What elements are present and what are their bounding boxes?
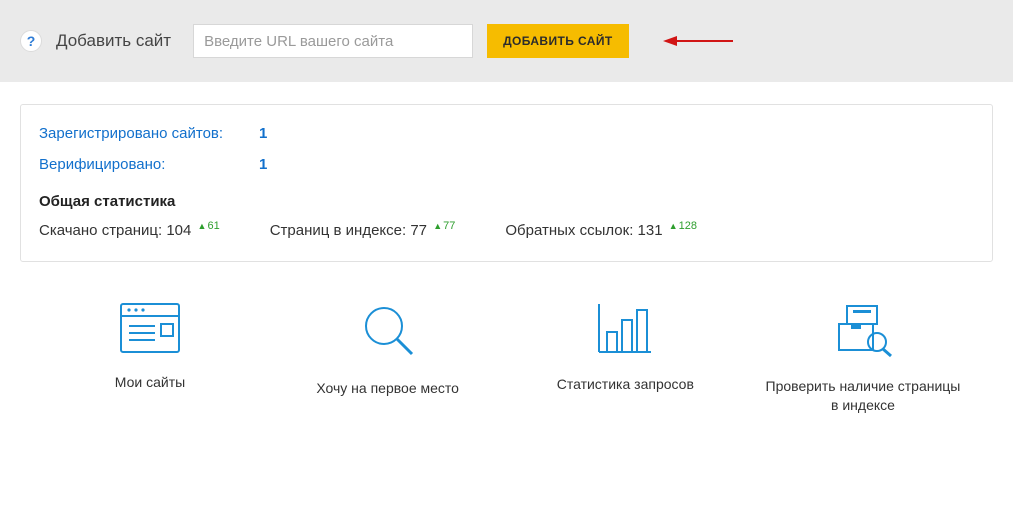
metric-value: 131 <box>638 222 663 239</box>
nav-tiles: Мои сайты Хочу на первое место Статистик… <box>50 302 963 415</box>
metric-label: Скачано страниц: <box>39 222 162 239</box>
metric-indexed-pages: Страниц в индексе: 77 77 <box>270 220 456 239</box>
help-icon[interactable]: ? <box>20 30 42 52</box>
metric-downloaded-pages: Скачано страниц: 104 61 <box>39 220 220 239</box>
tile-label: Мои сайты <box>115 373 185 392</box>
add-site-panel: ? Добавить сайт ДОБАВИТЬ САЙТ <box>0 0 1013 82</box>
stat-label: Верифицировано: <box>39 156 259 173</box>
stat-label: Зарегистрировано сайтов: <box>39 125 259 142</box>
tile-label: Хочу на первое место <box>316 379 459 398</box>
tile-label: Проверить наличие страницы в индексе <box>763 377 963 415</box>
metrics-row: Скачано страниц: 104 61 Страниц в индекс… <box>39 220 974 239</box>
browser-window-icon <box>119 302 181 357</box>
stat-value: 1 <box>259 125 267 142</box>
stat-row: Зарегистрировано сайтов: 1 <box>39 125 974 142</box>
summary-card: Зарегистрировано сайтов: 1 Верифицирован… <box>20 104 993 262</box>
tile-first-place[interactable]: Хочу на первое место <box>288 302 488 415</box>
metric-value: 104 <box>166 222 191 239</box>
metric-value: 77 <box>410 222 427 239</box>
add-site-label: Добавить сайт <box>56 31 171 51</box>
metric-backlinks: Обратных ссылок: 131 128 <box>505 220 697 239</box>
bar-chart-icon <box>595 302 655 359</box>
add-site-button[interactable]: ДОБАВИТЬ САЙТ <box>487 24 629 58</box>
tile-label: Статистика запросов <box>557 375 694 394</box>
metric-label: Обратных ссылок: <box>505 222 633 239</box>
stats-heading: Общая статистика <box>39 193 974 210</box>
stat-row: Верифицировано: 1 <box>39 156 974 173</box>
metric-delta: 128 <box>669 220 697 232</box>
site-url-input[interactable] <box>193 24 473 58</box>
archive-search-icon <box>831 302 895 361</box>
arrow-left-icon <box>663 34 733 48</box>
metric-delta: 77 <box>433 220 455 232</box>
stat-value: 1 <box>259 156 267 173</box>
tile-query-stats[interactable]: Статистика запросов <box>525 302 725 415</box>
magnifier-icon <box>358 302 418 363</box>
metric-label: Страниц в индексе: <box>270 222 406 239</box>
metric-delta: 61 <box>198 220 220 232</box>
tile-check-index[interactable]: Проверить наличие страницы в индексе <box>763 302 963 415</box>
tile-my-sites[interactable]: Мои сайты <box>50 302 250 415</box>
